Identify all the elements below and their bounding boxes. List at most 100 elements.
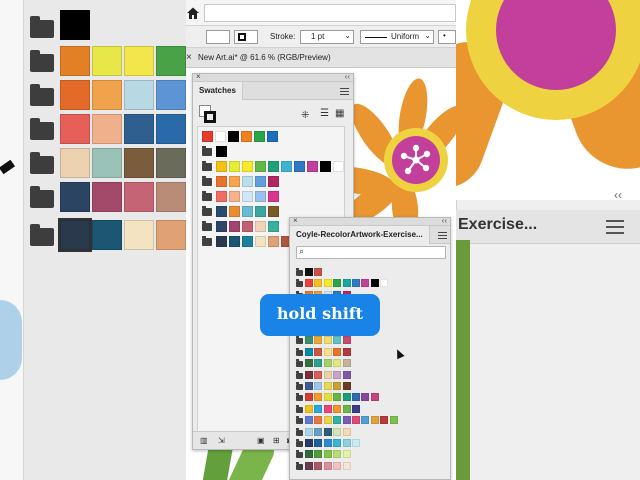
swatch[interactable] xyxy=(323,347,332,356)
swatch[interactable] xyxy=(314,370,323,379)
swatch[interactable] xyxy=(333,393,342,402)
tab-recolor-library[interactable]: Coyle-RecolorArtwork-Exercise... xyxy=(290,226,430,244)
swatch[interactable] xyxy=(361,416,370,425)
swatch[interactable] xyxy=(215,131,226,142)
swatch-group-folder-icon[interactable] xyxy=(202,236,212,246)
grid-view-icon[interactable]: ▦ xyxy=(335,108,344,119)
swatch[interactable] xyxy=(323,461,332,470)
new-swatch-icon[interactable]: ⊞ xyxy=(273,436,280,446)
stroke-profile-select[interactable]: Uniform ⌄ xyxy=(360,30,434,44)
swatch[interactable] xyxy=(361,279,370,288)
swatch-group-folder-icon[interactable] xyxy=(296,393,303,402)
swatch[interactable] xyxy=(314,347,323,356)
swatch[interactable] xyxy=(314,393,323,402)
swatch[interactable] xyxy=(323,427,332,436)
swatch[interactable] xyxy=(216,191,227,202)
close-icon[interactable]: × xyxy=(186,52,192,63)
brush-select[interactable]: • xyxy=(438,30,456,44)
list-view-icon[interactable]: ☰ xyxy=(320,108,329,119)
swatch[interactable] xyxy=(323,416,332,425)
swatch[interactable] xyxy=(342,450,351,459)
swatch[interactable] xyxy=(333,279,342,288)
swatch[interactable] xyxy=(352,439,360,447)
swatch[interactable] xyxy=(314,382,323,390)
swatch[interactable] xyxy=(333,347,342,356)
panel-grip[interactable]: × ‹‹ xyxy=(290,218,450,226)
swatch[interactable] xyxy=(255,221,266,232)
swatch[interactable] xyxy=(268,191,279,202)
swatch[interactable] xyxy=(229,161,240,172)
swatch-group-folder-icon[interactable] xyxy=(202,176,212,186)
swatch[interactable] xyxy=(314,279,323,288)
swatch[interactable] xyxy=(333,370,342,379)
swatch[interactable] xyxy=(342,404,351,413)
swatch[interactable] xyxy=(268,176,279,187)
panel-grip[interactable]: × ‹‹ xyxy=(193,74,353,82)
swatch-group-folder-icon[interactable] xyxy=(296,370,303,379)
swatch[interactable] xyxy=(333,461,342,470)
swatch[interactable] xyxy=(242,236,253,247)
swatch[interactable] xyxy=(242,161,253,172)
swatch[interactable] xyxy=(268,206,279,217)
find-swatch-icon[interactable]: ⁜ xyxy=(301,110,309,121)
swatch[interactable] xyxy=(314,439,323,447)
swatch-group-folder-icon[interactable] xyxy=(296,404,303,413)
swatch[interactable] xyxy=(323,336,332,345)
swatch[interactable] xyxy=(305,393,313,402)
swatch[interactable] xyxy=(323,439,332,447)
swatch-group-folder-icon[interactable] xyxy=(202,146,212,156)
swatch[interactable] xyxy=(333,404,342,413)
swatch[interactable] xyxy=(242,206,253,217)
swatch[interactable] xyxy=(216,146,227,157)
swatch[interactable] xyxy=(342,336,351,345)
swatch-group-folder-icon[interactable] xyxy=(296,439,303,447)
swatch[interactable] xyxy=(305,359,313,368)
swatch[interactable] xyxy=(229,191,240,202)
close-icon[interactable]: × xyxy=(293,218,298,226)
swatch[interactable] xyxy=(294,161,305,172)
swatch[interactable] xyxy=(268,236,279,247)
swatch[interactable] xyxy=(333,336,342,345)
swatch[interactable] xyxy=(255,236,266,247)
swatch-group-folder-icon[interactable] xyxy=(296,359,303,368)
swatch[interactable] xyxy=(305,427,313,436)
swatch-group-folder-icon[interactable] xyxy=(296,279,303,288)
swatch[interactable] xyxy=(254,131,265,142)
tab-swatches[interactable]: Swatches xyxy=(193,82,243,100)
swatch[interactable] xyxy=(305,268,313,276)
swatch[interactable] xyxy=(352,279,360,288)
swatch[interactable] xyxy=(314,416,323,425)
swatch-group-folder-icon[interactable] xyxy=(202,161,212,171)
swatch[interactable] xyxy=(255,176,266,187)
swatch[interactable] xyxy=(216,161,227,172)
swatch[interactable] xyxy=(305,461,313,470)
swatch[interactable] xyxy=(342,370,351,379)
swatch[interactable] xyxy=(342,461,351,470)
swatch[interactable] xyxy=(229,236,240,247)
swatch[interactable] xyxy=(314,268,323,276)
swatch[interactable] xyxy=(229,221,240,232)
swatch[interactable] xyxy=(305,347,313,356)
swatch[interactable] xyxy=(352,393,360,402)
swatch[interactable] xyxy=(255,161,266,172)
swatch[interactable] xyxy=(323,370,332,379)
swatch[interactable] xyxy=(216,221,227,232)
swatch[interactable] xyxy=(305,416,313,425)
swatch[interactable] xyxy=(342,393,351,402)
swatch[interactable] xyxy=(323,393,332,402)
swatch[interactable] xyxy=(305,336,313,345)
swatch[interactable] xyxy=(305,370,313,379)
top-search-field[interactable] xyxy=(204,4,456,22)
swatch-group-folder-icon[interactable] xyxy=(202,221,212,231)
swatch[interactable] xyxy=(242,176,253,187)
swatch[interactable] xyxy=(305,382,313,390)
swatch[interactable] xyxy=(342,416,351,425)
swatch[interactable] xyxy=(314,359,323,368)
swatch-group-folder-icon[interactable] xyxy=(202,206,212,216)
swatch-group-folder-icon[interactable] xyxy=(296,268,303,276)
swatch[interactable] xyxy=(333,439,342,447)
swatch[interactable] xyxy=(389,416,398,425)
swatch[interactable] xyxy=(352,404,360,413)
swatch[interactable] xyxy=(342,359,351,368)
swatch[interactable] xyxy=(342,279,351,288)
